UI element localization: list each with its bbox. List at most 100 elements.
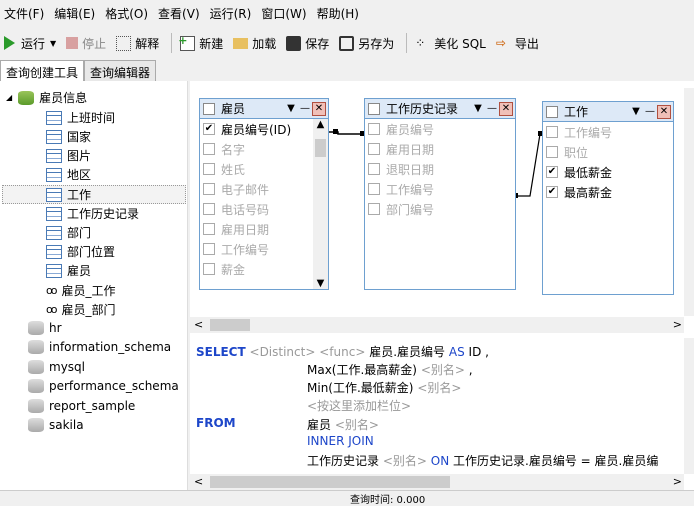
field-row[interactable]: 薪金 <box>200 259 328 279</box>
close-icon[interactable]: ✕ <box>657 104 671 119</box>
save-button[interactable]: 保存 <box>286 35 329 52</box>
tree-item-database[interactable]: information_schema <box>28 340 171 354</box>
tab-query-editor[interactable]: 查询编辑器 <box>84 60 157 82</box>
scroll-right-icon[interactable]: > <box>673 318 682 331</box>
field-row[interactable]: 雇用日期 <box>365 139 515 159</box>
field-checkbox[interactable] <box>368 183 380 195</box>
load-button[interactable]: 加载 <box>233 35 276 52</box>
alias-placeholder[interactable]: <别名> <box>335 418 379 432</box>
field-checkbox[interactable] <box>368 203 380 215</box>
table-box-header[interactable]: 工作 ▼ — ✕ <box>543 102 673 122</box>
menu-window[interactable]: 窗口(W) <box>261 5 306 22</box>
sql-field[interactable]: Min(工作.最低薪金) <box>307 381 413 395</box>
scroll-left-icon[interactable]: < <box>194 318 203 331</box>
sql-field[interactable]: Max(工作.最高薪金) <box>307 363 417 377</box>
field-row[interactable]: 电子邮件 <box>200 179 328 199</box>
field-checkbox[interactable] <box>203 203 215 215</box>
tree-item-table[interactable]: 地区 <box>46 166 91 183</box>
tree-item-table[interactable]: 国家 <box>46 128 91 145</box>
close-icon[interactable]: ✕ <box>312 101 326 116</box>
scroll-right-icon[interactable]: > <box>673 475 682 488</box>
collapse-icon[interactable]: ◢ <box>6 93 12 102</box>
tab-query-builder[interactable]: 查询创建工具 <box>0 60 85 82</box>
field-checkbox[interactable] <box>203 143 215 155</box>
diagram-canvas[interactable]: 雇员 ▼ — ✕ ✔ 雇员编号(ID) 名字 姓氏 电子邮件 电话号码 雇用日期 工作编… <box>190 88 694 316</box>
scroll-left-icon[interactable]: < <box>194 475 203 488</box>
field-checkbox[interactable] <box>546 146 558 158</box>
field-checkbox[interactable] <box>368 123 380 135</box>
sql-table[interactable]: 工作历史记录 <box>307 454 379 468</box>
select-all-checkbox[interactable] <box>546 105 558 118</box>
table-box-job-history[interactable]: 工作历史记录 ▼ — ✕ 雇员编号 雇用日期 退职日期 工作编号 部门编号 <box>364 98 516 290</box>
scroll-thumb[interactable] <box>210 319 250 331</box>
field-row[interactable]: 工作编号 <box>365 179 515 199</box>
run-button[interactable]: 运行 ▼ <box>4 35 56 52</box>
vertical-scrollbar[interactable] <box>684 88 694 316</box>
menu-format[interactable]: 格式(O) <box>105 5 148 22</box>
tree-item-table[interactable]: 部门 <box>46 224 91 241</box>
menu-file[interactable]: 文件(F) <box>4 5 44 22</box>
tree-item-table[interactable]: 上班时间 <box>46 109 115 126</box>
sql-table[interactable]: 雇员 <box>307 418 331 432</box>
field-checkbox[interactable] <box>546 126 558 138</box>
field-checkbox[interactable]: ✔ <box>546 186 558 198</box>
alias-placeholder[interactable]: <别名> <box>417 381 461 395</box>
field-checkbox[interactable] <box>203 263 215 275</box>
tree-item-table[interactable]: 工作历史记录 <box>46 205 139 222</box>
field-row[interactable]: 姓氏 <box>200 159 328 179</box>
explain-button[interactable]: 解释 <box>116 35 159 52</box>
sql-keyword[interactable]: INNER JOIN <box>307 434 374 448</box>
export-button[interactable]: ⇨ 导出 <box>496 35 539 52</box>
alias-placeholder[interactable]: <别名> <box>421 363 465 377</box>
table-box-header[interactable]: 工作历史记录 ▼ — ✕ <box>365 99 515 119</box>
field-checkbox[interactable] <box>368 163 380 175</box>
tree-item-database[interactable]: ◢ 雇员信息 <box>6 89 87 106</box>
add-column-placeholder[interactable]: <按这里添加栏位> <box>307 399 411 413</box>
dropdown-icon[interactable]: ▼ <box>629 106 643 117</box>
horizontal-scrollbar[interactable]: < > <box>190 317 684 333</box>
sql-alias[interactable]: ID , <box>469 345 489 359</box>
tree-item-table-selected[interactable]: 工作 <box>2 185 186 204</box>
field-row[interactable]: 工作编号 <box>543 122 673 142</box>
field-row[interactable]: 工作编号 <box>200 239 328 259</box>
close-icon[interactable]: ✕ <box>499 101 513 116</box>
field-row[interactable]: 退职日期 <box>365 159 515 179</box>
vertical-scrollbar[interactable]: ▲ ▼ <box>313 119 328 289</box>
field-row[interactable]: 电话号码 <box>200 199 328 219</box>
field-checkbox[interactable] <box>203 243 215 255</box>
field-row[interactable]: ✔ 雇员编号(ID) <box>200 119 328 139</box>
dropdown-icon[interactable]: ▼ <box>284 103 298 114</box>
menu-view[interactable]: 查看(V) <box>158 5 200 22</box>
tree-item-database[interactable]: hr <box>28 321 62 335</box>
table-box-jobs[interactable]: 工作 ▼ — ✕ 工作编号 职位 ✔ 最低薪金 ✔ 最高薪金 <box>542 101 674 295</box>
save-as-button[interactable]: 另存为 <box>339 35 394 52</box>
field-row[interactable]: 部门编号 <box>365 199 515 219</box>
new-button[interactable]: + 新建 <box>178 34 223 52</box>
field-row[interactable]: ✔ 最高薪金 <box>543 182 673 202</box>
tree-item-database[interactable]: sakila <box>28 418 84 432</box>
field-row[interactable]: 雇员编号 <box>365 119 515 139</box>
distinct-placeholder[interactable]: <Distinct> <box>250 345 316 359</box>
field-checkbox[interactable] <box>203 163 215 175</box>
menu-help[interactable]: 帮助(H) <box>317 5 359 22</box>
dropdown-icon[interactable]: ▼ <box>471 103 485 114</box>
tree-item-table[interactable]: 部门位置 <box>46 243 115 260</box>
minimize-icon[interactable]: — <box>643 106 657 117</box>
horizontal-scrollbar[interactable]: < > <box>190 474 684 490</box>
table-box-header[interactable]: 雇员 ▼ — ✕ <box>200 99 328 119</box>
func-placeholder[interactable]: <func> <box>319 345 365 359</box>
field-checkbox[interactable] <box>203 183 215 195</box>
tree-item-table[interactable]: 雇员 <box>46 262 91 279</box>
field-row[interactable]: 名字 <box>200 139 328 159</box>
join-condition[interactable]: 工作历史记录.雇员编号 = 雇员.雇员编 <box>453 454 658 468</box>
minimize-icon[interactable]: — <box>485 103 499 114</box>
chevron-down-icon[interactable]: ▼ <box>50 39 56 48</box>
vertical-scrollbar[interactable] <box>684 338 694 474</box>
stop-button[interactable]: 停止 <box>66 35 106 52</box>
field-row[interactable]: ✔ 最低薪金 <box>543 162 673 182</box>
alias-placeholder[interactable]: <别名> <box>383 454 427 468</box>
field-checkbox[interactable]: ✔ <box>203 123 215 135</box>
tree-item-database[interactable]: mysql <box>28 360 85 374</box>
field-row[interactable]: 雇用日期 <box>200 219 328 239</box>
field-checkbox[interactable] <box>368 143 380 155</box>
